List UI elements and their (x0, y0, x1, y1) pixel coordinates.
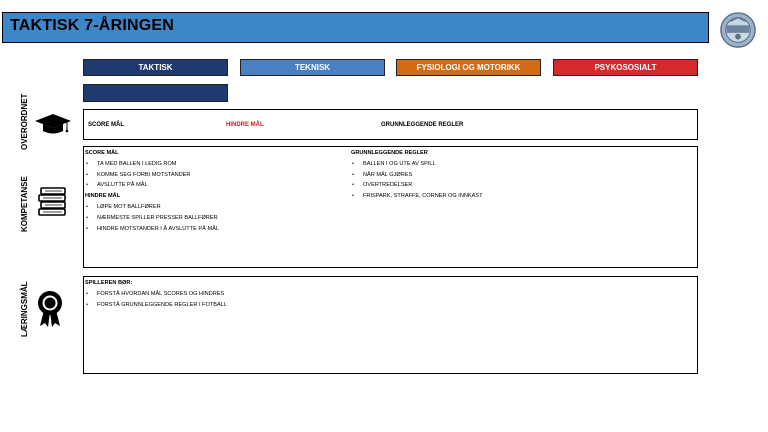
list-item: TA MED BALLEN I LEDIG ROM (85, 159, 219, 170)
tab-fysiologi-label: FYSIOLOGI OG MOTORIKK (416, 63, 521, 72)
section-label-overordnet: OVERORDNET (20, 93, 29, 150)
tab-empty[interactable] (83, 84, 228, 102)
hindre-mal-heading: HINDRE MÅL (85, 193, 121, 200)
overordnet-hindre-mal: HINDRE MÅL (226, 122, 264, 128)
list-item: AVSLUTTE PÅ MÅL (85, 180, 219, 191)
kompetanse-right-column: GRUNNLEGGENDE REGLER BALLEN I OG UTE AV … (351, 148, 483, 202)
list-item: HINDRE MOTSTANDER I Å AVSLUTTE PÅ MÅL (85, 224, 219, 235)
spilleren-bor-heading: SPILLEREN BØR: (85, 280, 133, 286)
tab-fysiologi-og-motorikk[interactable]: FYSIOLOGI OG MOTORIKK (396, 59, 541, 76)
list-item: NÅR MÅL GJØRES (351, 170, 483, 181)
tab-taktisk[interactable]: TAKTISK (83, 59, 228, 76)
list-item: NÆRMESTE SPILLER PRESSER BALLFØRER (85, 213, 219, 224)
score-mal-heading: SCORE MÅL (85, 150, 119, 156)
page-title: TAKTISK 7-ÅRINGEN (10, 17, 174, 34)
overordnet-score-mal: SCORE MÅL (88, 122, 124, 128)
list-item: FORSTÅ GRUNNLEGGENDE REGLER I FOTBALL (85, 300, 227, 311)
laeringsmal-column: SPILLEREN BØR: FORSTÅ HVORDAN MÅL SCORES… (85, 278, 227, 310)
graduation-cap-icon (35, 114, 71, 134)
overordnet-grunnleggende-regler: GRUNNLEGGENDE REGLER (381, 122, 464, 128)
club-crest-icon (720, 12, 756, 48)
kompetanse-left-column: SCORE MÅL TA MED BALLEN I LEDIG ROM KOMM… (85, 148, 219, 234)
award-ribbon-icon (38, 291, 62, 327)
list-item: LØPE MOT BALLFØRER (85, 202, 219, 213)
tab-taktisk-label: TAKTISK (138, 63, 173, 72)
tab-teknisk[interactable]: TEKNISK (240, 59, 385, 76)
list-item: FORSTÅ HVORDAN MÅL SCORES OG HINDRES (85, 289, 227, 300)
tab-psykososialt-label: PSYKOSOSIALT (594, 63, 657, 72)
books-icon (38, 187, 66, 216)
list-item: BALLEN I OG UTE AV SPILL (351, 159, 483, 170)
grunnleggende-regler-heading: GRUNNLEGGENDE REGLER (351, 150, 428, 156)
section-label-kompetanse: KOMPETANSE (20, 176, 29, 232)
list-item: KOMME SEG FORBI MOTSTANDER (85, 170, 219, 181)
tab-teknisk-label: TEKNISK (294, 63, 331, 72)
list-item: OVERTREDELSER (351, 180, 483, 191)
tab-psykososialt[interactable]: PSYKOSOSIALT (553, 59, 698, 76)
section-label-laeringsmal: LÆRINGSMÅL (20, 281, 29, 337)
list-item: FRISPARK, STRAFFE, CORNER OG INNKAST (351, 191, 483, 202)
